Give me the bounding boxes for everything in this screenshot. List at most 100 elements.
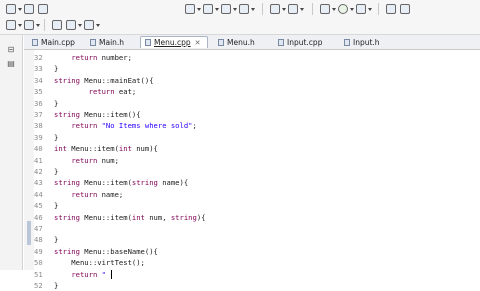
- open-type-button[interactable]: [386, 3, 396, 15]
- open-type-icon: [386, 4, 396, 14]
- tab-input-cpp[interactable]: Input.cpp: [274, 36, 334, 48]
- code-line[interactable]: 35 return eat;: [34, 86, 136, 97]
- code-line[interactable]: 45}: [34, 200, 58, 211]
- line-number: 38: [34, 121, 43, 131]
- back-button[interactable]: [66, 19, 82, 31]
- debug-button[interactable]: [270, 3, 286, 15]
- code-text: return number;: [71, 53, 132, 62]
- tab-menu-cpp[interactable]: Menu.cpp ✕: [140, 36, 208, 48]
- line-number: 33: [34, 64, 43, 74]
- cpp-file-icon: [278, 38, 284, 46]
- new-file-button[interactable]: [6, 3, 22, 15]
- toolbar-row-2: [0, 17, 480, 34]
- new-folder-icon: [239, 4, 249, 14]
- code-line[interactable]: 38 return "No Items where sold";: [34, 120, 197, 131]
- editor-gutter[interactable]: [24, 50, 34, 270]
- new-file-icon: [6, 4, 16, 14]
- project-explorer-icon[interactable]: ▤: [6, 59, 16, 69]
- code-line[interactable]: 40 int Menu::item(int num){: [34, 143, 158, 154]
- clean-button[interactable]: [203, 3, 219, 15]
- search-icon: [400, 4, 410, 14]
- save-button[interactable]: [24, 3, 34, 15]
- line-number: 39: [34, 132, 43, 142]
- dropdown-arrow-icon: [368, 7, 372, 11]
- code-text: string Menu::item(int num, string){: [54, 212, 206, 222]
- tab-input-h[interactable]: Input.h: [340, 36, 392, 48]
- code-text: return "No Items where sold";: [71, 121, 197, 131]
- prev-annotation-button[interactable]: [24, 19, 40, 31]
- toolbar-separator: [312, 3, 313, 15]
- editor-tabs: Main.cpp Main.h Menu.cpp ✕ Menu.h Input.c…: [24, 35, 480, 50]
- build-button[interactable]: [185, 3, 201, 15]
- code-line[interactable]: 39}: [34, 132, 58, 143]
- dropdown-arrow-icon: [332, 7, 336, 11]
- code-line[interactable]: 52}: [34, 280, 58, 291]
- code-line[interactable]: 49 string Menu::baseName(){: [34, 246, 158, 257]
- run-button[interactable]: [338, 3, 354, 15]
- run-icon: [338, 4, 348, 14]
- line-number: 42: [34, 167, 43, 176]
- restore-icon[interactable]: ⊟: [6, 45, 16, 55]
- code-line[interactable]: 44 return name;: [34, 189, 123, 200]
- code-line[interactable]: 43 string Menu::item(string name){: [34, 177, 188, 188]
- new-folder-button[interactable]: [239, 3, 255, 15]
- code-line[interactable]: 50 Menu::virtTest();: [34, 257, 145, 268]
- external-tools-button[interactable]: [356, 3, 372, 15]
- line-number: 37: [34, 110, 43, 119]
- next-annotation-button[interactable]: [6, 19, 22, 31]
- close-icon[interactable]: ✕: [195, 39, 201, 47]
- build-icon: [185, 4, 195, 14]
- line-number: 35: [34, 87, 43, 97]
- line-number: 45: [34, 201, 43, 211]
- code-line[interactable]: 36}: [34, 98, 58, 109]
- code-line[interactable]: 51 return ": [34, 269, 113, 280]
- header-file-icon: [90, 38, 96, 46]
- new-class-button[interactable]: [221, 3, 237, 15]
- line-number: 41: [34, 155, 43, 165]
- new-class-icon: [221, 4, 231, 14]
- dropdown-arrow-icon: [18, 23, 22, 27]
- dropdown-arrow-icon: [251, 7, 255, 11]
- toolbar-separator: [262, 3, 263, 15]
- tab-main-h[interactable]: Main.h: [86, 36, 136, 48]
- code-text: Menu::virtTest();: [54, 258, 145, 268]
- toolbar-row-1: [0, 1, 480, 18]
- debug-config-button[interactable]: [320, 3, 336, 15]
- code-line[interactable]: 34 string Menu::mainEat(){: [34, 75, 154, 86]
- code-line[interactable]: 48}: [34, 234, 58, 245]
- code-line[interactable]: 47: [34, 223, 54, 234]
- last-edit-icon: [52, 20, 62, 30]
- code-line[interactable]: 46 string Menu::item(int num, string){: [34, 212, 205, 223]
- line-number: 47: [34, 224, 43, 233]
- code-line[interactable]: 37 string Menu::item(){: [34, 109, 141, 120]
- toolbar-separator: [378, 3, 379, 15]
- line-number: 52: [34, 281, 43, 290]
- dropdown-arrow-icon: [18, 7, 22, 11]
- search-button[interactable]: [400, 3, 410, 15]
- profile-button[interactable]: [288, 3, 304, 15]
- left-trim-bar: ⊟ ▤: [0, 35, 23, 270]
- line-number: 34: [34, 75, 43, 85]
- external-tools-icon: [356, 4, 366, 14]
- dropdown-arrow-icon: [300, 7, 304, 11]
- code-line[interactable]: 42}: [34, 166, 58, 177]
- code-text: }: [54, 64, 59, 74]
- cpp-file-icon: [32, 38, 38, 46]
- forward-button[interactable]: [84, 19, 100, 31]
- code-text: }: [54, 281, 59, 290]
- code-line[interactable]: 33}: [34, 63, 58, 74]
- code-text: }: [54, 132, 59, 142]
- code-text: string Menu::item(){: [54, 110, 141, 119]
- print-button[interactable]: [38, 3, 48, 15]
- last-edit-button[interactable]: [52, 19, 62, 31]
- code-editor[interactable]: 32 return number; 33} 34 string Menu::mainE…: [24, 50, 480, 290]
- code-line[interactable]: 41 return num;: [34, 155, 119, 166]
- code-text: return num;: [71, 155, 119, 165]
- code-text: }: [54, 235, 59, 245]
- tab-main-cpp[interactable]: Main.cpp: [28, 36, 82, 48]
- tab-label: Input.cpp: [287, 37, 323, 47]
- line-number: 49: [34, 246, 43, 256]
- code-line[interactable]: 32 return number;: [34, 52, 132, 63]
- tab-menu-h[interactable]: Menu.h: [214, 36, 268, 48]
- line-number: 36: [34, 98, 43, 108]
